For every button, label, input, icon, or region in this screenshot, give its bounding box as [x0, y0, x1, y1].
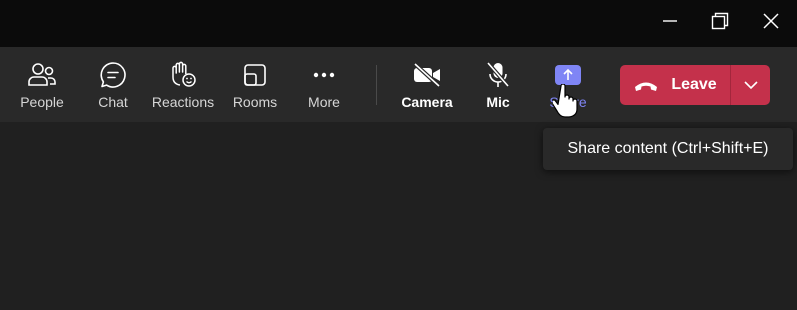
leave-label: Leave	[671, 76, 717, 93]
reactions-icon	[167, 59, 199, 91]
rooms-label: Rooms	[232, 94, 278, 110]
rooms-icon	[239, 59, 271, 91]
restore-icon	[711, 12, 729, 30]
meeting-toolbar: People Chat Reactions Rooms More Camera …	[0, 47, 797, 122]
restore-button[interactable]	[697, 0, 743, 42]
camera-off-icon	[411, 59, 443, 91]
camera-button[interactable]: Camera	[400, 47, 454, 122]
rooms-button[interactable]: Rooms	[230, 47, 280, 122]
camera-label: Camera	[401, 94, 453, 110]
people-label: People	[20, 94, 64, 110]
more-button[interactable]: More	[302, 47, 346, 122]
share-tooltip: Share content (Ctrl+Shift+E)	[543, 128, 793, 170]
leave-button-group: Leave	[620, 65, 770, 105]
people-button[interactable]: People	[12, 47, 72, 122]
close-window-button[interactable]	[748, 0, 794, 42]
people-icon	[26, 59, 58, 91]
mic-button[interactable]: Mic	[478, 47, 518, 122]
minimize-button[interactable]	[647, 0, 693, 42]
leave-options-button[interactable]	[731, 65, 770, 105]
chat-button[interactable]: Chat	[90, 47, 136, 122]
leave-button[interactable]: Leave	[620, 65, 730, 105]
toolbar-divider	[376, 65, 377, 105]
chevron-down-icon	[743, 81, 758, 90]
minimize-icon	[663, 20, 677, 22]
reactions-label: Reactions	[151, 94, 215, 110]
hand-cursor-icon	[553, 84, 578, 118]
chat-icon	[97, 59, 129, 91]
mic-label: Mic	[486, 94, 510, 110]
title-bar	[0, 0, 797, 47]
mic-off-icon	[482, 59, 514, 91]
chat-label: Chat	[98, 94, 128, 110]
reactions-button[interactable]: Reactions	[150, 47, 216, 122]
phone-hangup-icon	[635, 82, 658, 91]
share-icon	[555, 65, 581, 85]
more-label: More	[308, 94, 340, 110]
more-icon	[308, 59, 340, 91]
close-icon	[763, 13, 779, 29]
